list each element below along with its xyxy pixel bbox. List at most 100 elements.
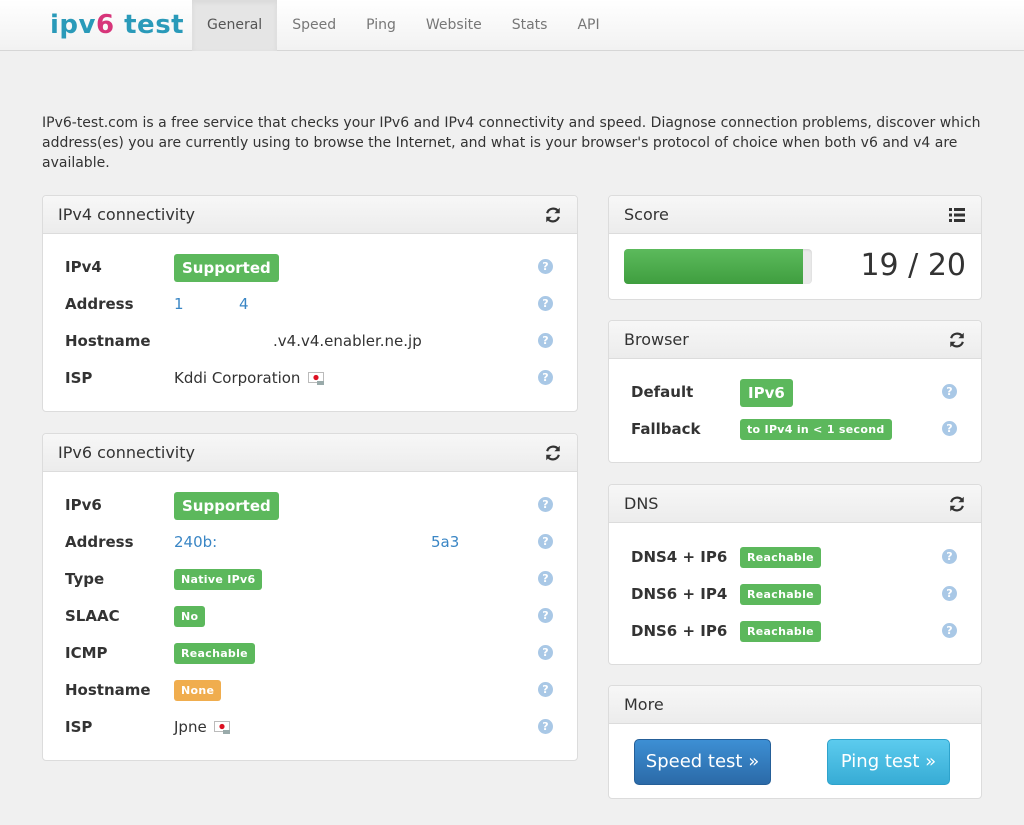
- nav-general[interactable]: General: [192, 0, 278, 51]
- main-nav: General Speed Ping Website Stats API: [192, 0, 615, 51]
- icmp-badge: Reachable: [174, 643, 255, 664]
- ipv4-row-isp: ISP Kddi Corporation ?: [65, 364, 555, 392]
- ipv4-row-address: Address 1 4 ?: [65, 290, 555, 318]
- dns-label: DNS4 + IP6: [631, 548, 728, 566]
- fallback-label: Fallback: [631, 420, 701, 438]
- ipv4-row-hostname: Hostname .v4.v4.enabler.ne.jp ?: [65, 327, 555, 355]
- help-icon[interactable]: ?: [538, 296, 553, 311]
- ipv4-supported-badge: Supported: [174, 253, 279, 282]
- nav-stats[interactable]: Stats: [497, 0, 563, 51]
- slaac-badge: No: [174, 606, 206, 627]
- ipv4-panel: IPv4 connectivity IPv4 Supported ? Addre…: [42, 195, 578, 412]
- score-panel-title: Score: [624, 205, 669, 224]
- help-icon[interactable]: ?: [538, 333, 553, 348]
- dns-reachable-badge: Reachable: [740, 584, 821, 605]
- score-panel-header: Score: [609, 196, 981, 234]
- dns-label: DNS6 + IP4: [631, 585, 728, 603]
- dns-label: DNS6 + IP6: [631, 622, 728, 640]
- dns-reachable-badge: Reachable: [740, 547, 821, 568]
- navbar: ipv6 test General Speed Ping Website Sta…: [0, 0, 1024, 51]
- help-icon[interactable]: ?: [942, 384, 957, 399]
- japan-flag-icon: [214, 721, 231, 734]
- ipv4-panel-title: IPv4 connectivity: [58, 205, 195, 224]
- ipv4-label: IPv4: [65, 258, 102, 276]
- ipv6-supported-badge: Supported: [174, 491, 279, 520]
- brand-text: ipv6 test: [50, 10, 185, 40]
- nav-api[interactable]: API: [562, 0, 614, 51]
- help-icon[interactable]: ?: [942, 421, 957, 436]
- refresh-icon[interactable]: [948, 331, 966, 349]
- address-label: Address: [65, 295, 134, 313]
- ipv6-row-icmp: ICMP Reachable ?: [65, 639, 555, 667]
- more-panel-header: More: [609, 686, 981, 724]
- help-icon[interactable]: ?: [942, 586, 957, 601]
- list-icon[interactable]: [948, 206, 966, 224]
- dns-panel: DNS DNS4 + IP6 Reachable ? DNS6 + IP4 Re…: [608, 484, 982, 665]
- japan-flag-icon: [308, 372, 325, 385]
- score-panel: Score 19 / 20: [608, 195, 982, 300]
- more-panel-title: More: [624, 695, 664, 714]
- help-icon[interactable]: ?: [538, 645, 553, 660]
- browser-row-fallback: Fallback to IPv4 in < 1 second ?: [631, 415, 959, 443]
- ipv6-row-type: Type Native IPv6 ?: [65, 565, 555, 593]
- refresh-icon[interactable]: [948, 495, 966, 513]
- score-value: 19 / 20: [860, 248, 966, 283]
- help-icon[interactable]: ?: [538, 259, 553, 274]
- more-panel: More Speed test » Ping test »: [608, 685, 982, 799]
- ipv4-panel-header: IPv4 connectivity: [43, 196, 577, 234]
- dns-panel-header: DNS: [609, 485, 981, 523]
- help-icon[interactable]: ?: [538, 534, 553, 549]
- help-icon[interactable]: ?: [942, 623, 957, 638]
- address-label: Address: [65, 533, 134, 551]
- help-icon[interactable]: ?: [942, 549, 957, 564]
- help-icon[interactable]: ?: [538, 370, 553, 385]
- type-label: Type: [65, 570, 105, 588]
- help-icon[interactable]: ?: [538, 682, 553, 697]
- fallback-badge: to IPv4 in < 1 second: [740, 419, 892, 440]
- ipv4-isp-value: Kddi Corporation: [174, 369, 301, 387]
- ping-test-button[interactable]: Ping test »: [827, 739, 950, 785]
- ipv6-row-status: IPv6 Supported ?: [65, 491, 555, 520]
- nav-speed[interactable]: Speed: [277, 0, 351, 51]
- ipv4-address-part2[interactable]: 4: [239, 290, 249, 318]
- dns-reachable-badge: Reachable: [740, 621, 821, 642]
- ipv4-address-part1[interactable]: 1: [174, 290, 184, 318]
- ipv6-panel-title: IPv6 connectivity: [58, 443, 195, 462]
- ipv6-row-address: Address 240b: 5a3 ?: [65, 528, 555, 556]
- hostname-label: Hostname: [65, 332, 151, 350]
- slaac-label: SLAAC: [65, 607, 120, 625]
- ipv6-address-part1[interactable]: 240b:: [174, 528, 217, 556]
- ipv4-hostname-value: .v4.v4.enabler.ne.jp: [273, 332, 422, 350]
- dns-row: DNS6 + IP6 Reachable ?: [631, 617, 959, 645]
- dns-row: DNS6 + IP4 Reachable ?: [631, 580, 959, 608]
- browser-row-default: Default IPv6 ?: [631, 378, 959, 407]
- brand-logo[interactable]: ipv6 test: [50, 8, 184, 48]
- hostname-label: Hostname: [65, 681, 151, 699]
- ipv6-address-part2[interactable]: 5a3: [431, 528, 459, 556]
- isp-label: ISP: [65, 369, 93, 387]
- nav-ping[interactable]: Ping: [351, 0, 411, 51]
- help-icon[interactable]: ?: [538, 608, 553, 623]
- refresh-icon[interactable]: [544, 444, 562, 462]
- score-progress-bar: [624, 249, 812, 284]
- default-badge: IPv6: [740, 378, 793, 407]
- speed-test-button[interactable]: Speed test »: [634, 739, 771, 785]
- ipv6-label: IPv6: [65, 496, 102, 514]
- ipv6-isp-value: Jpne: [174, 718, 207, 736]
- nav-website[interactable]: Website: [411, 0, 497, 51]
- score-body: 19 / 20: [609, 234, 981, 300]
- browser-panel-header: Browser: [609, 321, 981, 359]
- default-label: Default: [631, 383, 694, 401]
- ipv6-panel: IPv6 connectivity IPv6 Supported ? Addre…: [42, 433, 578, 761]
- ipv4-row-status: IPv4 Supported ?: [65, 253, 555, 282]
- refresh-icon[interactable]: [544, 206, 562, 224]
- ipv6-row-slaac: SLAAC No ?: [65, 602, 555, 630]
- hostname-none-badge: None: [174, 680, 222, 701]
- help-icon[interactable]: ?: [538, 497, 553, 512]
- help-icon[interactable]: ?: [538, 719, 553, 734]
- ipv6-panel-header: IPv6 connectivity: [43, 434, 577, 472]
- help-icon[interactable]: ?: [538, 571, 553, 586]
- browser-panel: Browser Default IPv6 ? Fallback to IPv4 …: [608, 320, 982, 463]
- dns-row: DNS4 + IP6 Reachable ?: [631, 543, 959, 571]
- browser-panel-title: Browser: [624, 330, 689, 349]
